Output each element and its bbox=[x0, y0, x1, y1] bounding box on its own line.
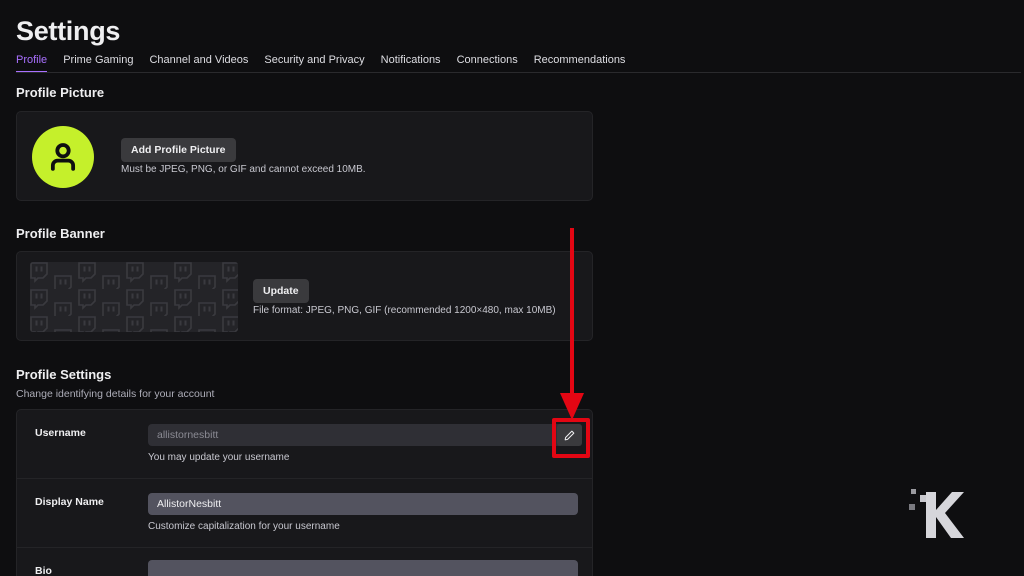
profile-settings-subheading: Change identifying details for your acco… bbox=[16, 388, 215, 400]
display-name-row: Display Name AllistorNesbitt Customize c… bbox=[17, 479, 592, 548]
bio-textarea[interactable] bbox=[148, 560, 578, 576]
username-helper-text: You may update your username bbox=[148, 452, 290, 463]
profile-picture-helper-text: Must be JPEG, PNG, or GIF and cannot exc… bbox=[121, 164, 366, 175]
display-name-helper-text: Customize capitalization for your userna… bbox=[148, 521, 340, 532]
tab-recommendations[interactable]: Recommendations bbox=[534, 54, 637, 73]
tab-profile[interactable]: Profile bbox=[16, 54, 58, 73]
profile-banner-helper-text: File format: JPEG, PNG, GIF (recommended… bbox=[253, 305, 556, 316]
username-input[interactable]: allistornesbitt bbox=[148, 424, 578, 446]
tab-connections[interactable]: Connections bbox=[457, 54, 529, 73]
person-icon bbox=[50, 143, 76, 171]
profile-banner-heading: Profile Banner bbox=[16, 226, 105, 241]
avatar bbox=[32, 126, 94, 188]
settings-page: Settings Profile Prime Gaming Channel an… bbox=[0, 0, 1024, 576]
tab-notifications[interactable]: Notifications bbox=[381, 54, 452, 73]
add-profile-picture-button[interactable]: Add Profile Picture bbox=[121, 138, 236, 162]
profile-settings-heading: Profile Settings bbox=[16, 367, 112, 382]
profile-picture-heading: Profile Picture bbox=[16, 85, 105, 100]
kb-logo-watermark bbox=[909, 489, 964, 538]
display-name-label: Display Name bbox=[35, 496, 104, 508]
username-label: Username bbox=[35, 427, 86, 439]
banner-thumbnail[interactable] bbox=[30, 262, 238, 332]
username-edit-button[interactable] bbox=[557, 424, 582, 446]
tab-prime-gaming[interactable]: Prime Gaming bbox=[63, 54, 144, 73]
update-banner-button[interactable]: Update bbox=[253, 279, 309, 303]
profile-banner-card: Update File format: JPEG, PNG, GIF (reco… bbox=[16, 251, 593, 341]
tab-security-and-privacy[interactable]: Security and Privacy bbox=[264, 54, 375, 73]
display-name-input[interactable]: AllistorNesbitt bbox=[148, 493, 578, 515]
twitch-glitch-pattern-icon bbox=[30, 262, 238, 332]
profile-picture-card: Add Profile Picture Must be JPEG, PNG, o… bbox=[16, 111, 593, 201]
username-row: Username allistornesbitt You may update … bbox=[17, 410, 592, 479]
page-title: Settings bbox=[16, 16, 121, 46]
bio-label: Bio bbox=[35, 565, 52, 576]
settings-tabbar: Profile Prime Gaming Channel and Videos … bbox=[16, 54, 1024, 73]
pencil-icon bbox=[564, 430, 575, 440]
tab-channel-and-videos[interactable]: Channel and Videos bbox=[149, 54, 259, 73]
profile-settings-card: Username allistornesbitt You may update … bbox=[16, 409, 593, 576]
bio-row: Bio bbox=[17, 548, 592, 576]
